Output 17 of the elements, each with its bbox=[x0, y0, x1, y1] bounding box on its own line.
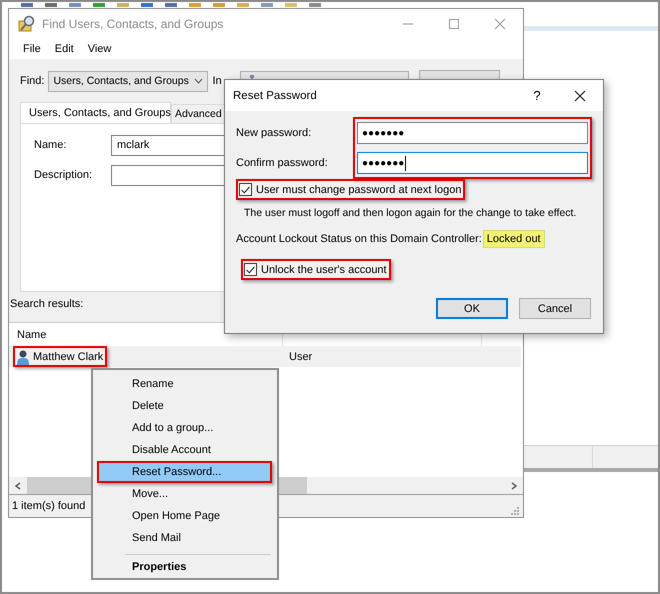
in-label: In bbox=[212, 75, 222, 88]
checkbox-label: User must change password at next logon bbox=[256, 184, 462, 196]
field-label: New password: bbox=[236, 126, 312, 141]
lockout-status: Locked out bbox=[482, 230, 545, 248]
type-text: User bbox=[288, 350, 312, 362]
user-name: Matthew Clark bbox=[33, 350, 104, 362]
checkbox-label: Unlock the user's account bbox=[261, 264, 387, 276]
lockout-label: Account Lockout Status on this Domain Controller: bbox=[236, 232, 482, 244]
dialog-title: Reset Password bbox=[233, 90, 318, 102]
note-text: The user must logoff and then logon again for the change to take effect. bbox=[244, 206, 578, 221]
field-label: Confirm password: bbox=[236, 156, 329, 171]
window-title: Find Users, Contacts, and Groups bbox=[42, 17, 224, 31]
results-label: Search results: bbox=[10, 298, 84, 312]
field-label: Description: bbox=[34, 169, 94, 182]
find-label: Find: bbox=[20, 75, 44, 88]
field-label: Name: bbox=[34, 139, 68, 152]
status-text: 1 item(s) found bbox=[12, 500, 86, 512]
